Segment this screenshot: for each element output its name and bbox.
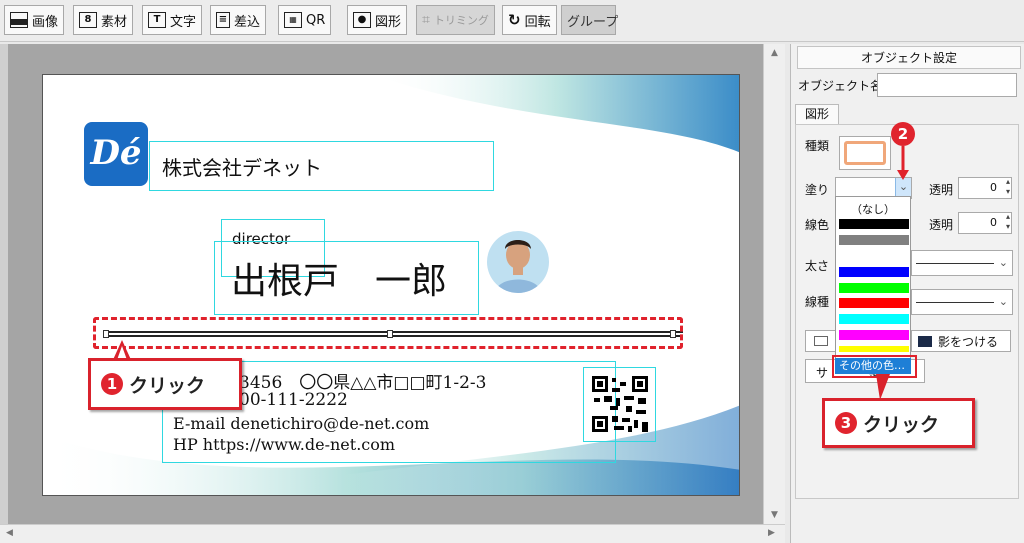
company-textbox[interactable]: 株式会社デネット: [149, 141, 494, 191]
material-icon: 8: [79, 12, 97, 28]
callout-text-3: クリック: [863, 413, 940, 436]
merge-button[interactable]: ≡ 差込: [210, 5, 267, 35]
material-button[interactable]: 8 素材: [73, 5, 134, 35]
text-button[interactable]: T 文字: [142, 5, 203, 35]
color-option-green[interactable]: [839, 283, 909, 293]
fill-color-list: （なし）: [835, 196, 911, 372]
vertical-scrollbar[interactable]: ▲ ▼: [763, 44, 785, 524]
person-photo-icon: [495, 240, 541, 293]
callout-click-1: 1 クリック: [88, 358, 242, 410]
merge-icon: ≡: [216, 12, 230, 28]
color-option-none[interactable]: （なし）: [836, 201, 910, 217]
material-button-label: 素材: [101, 14, 128, 30]
line-type-preview: [916, 302, 994, 303]
image-icon: [10, 12, 28, 28]
name-textbox[interactable]: 出根戸 一郎: [214, 241, 479, 315]
rotate-button[interactable]: ↻ 回転: [502, 5, 557, 35]
fill-label: 塗り: [805, 183, 830, 197]
scroll-up-icon[interactable]: ▲: [771, 48, 778, 58]
left-ruler: [0, 44, 8, 524]
toolbar: 画像 8 素材 T 文字 ≡ 差込 ▦ QR ● 図形 ⌗ トリミング ↻ 回転…: [0, 0, 1024, 42]
shadow-icon: [918, 335, 932, 347]
callout-number-2-badge: 2: [891, 122, 915, 146]
group-button-label: グループ: [567, 14, 619, 30]
callout-number-1: 1: [101, 373, 123, 395]
callout-number-2: 2: [897, 125, 909, 143]
thickness-dropdown[interactable]: ⌄: [911, 250, 1013, 276]
text-button-label: 文字: [170, 14, 197, 30]
shadow-button-label: 影をつける: [938, 334, 999, 349]
image-button[interactable]: 画像: [4, 5, 65, 35]
scroll-left-icon[interactable]: ◀: [6, 528, 13, 538]
shape-type-preview[interactable]: [839, 136, 891, 170]
person-name: 出根戸 一郎: [231, 261, 448, 302]
scroll-right-icon[interactable]: ▶: [768, 528, 775, 538]
tab-shape[interactable]: 図形: [795, 104, 839, 124]
type-label: 種類: [805, 139, 830, 153]
crop-icon: ⌗: [422, 12, 430, 28]
fill-transparency-stepper[interactable]: 0: [958, 177, 1012, 199]
group-button[interactable]: グループ: [561, 5, 619, 35]
object-name-input[interactable]: [877, 73, 1017, 97]
phone-line: 00-111-2222: [239, 390, 348, 410]
company-name: 株式会社デネット: [162, 156, 322, 180]
size-button-label-start: サ: [816, 366, 829, 380]
line-color-label: 線色: [805, 218, 830, 232]
merge-button-label: 差込: [234, 14, 261, 30]
hp-line: HP https://www.de-net.com: [173, 435, 396, 454]
callout-number-3: 3: [835, 412, 857, 434]
shadow-button[interactable]: 影をつける: [911, 330, 1011, 352]
text-icon: T: [148, 12, 166, 28]
fill-transparency-label: 透明: [929, 183, 954, 197]
company-logo[interactable]: Dé: [84, 122, 148, 186]
qr-button[interactable]: ▦ QR: [278, 5, 332, 35]
tab-shape-label: 図形: [804, 107, 829, 121]
line-transparency-value: 0: [990, 216, 997, 229]
crop-button[interactable]: ⌗ トリミング: [416, 5, 495, 35]
color-option-gray[interactable]: [839, 235, 909, 245]
color-option-cyan[interactable]: [839, 314, 909, 324]
callout-click-3: 3 クリック: [822, 398, 975, 448]
line-highlight-frame: [93, 317, 683, 349]
rotate-icon: ↻: [508, 11, 521, 29]
callout-2-arrow-icon: [897, 146, 909, 180]
color-option-blue[interactable]: [839, 267, 909, 277]
chevron-down-icon[interactable]: ⌄: [999, 295, 1008, 308]
color-option-yellow[interactable]: [839, 346, 909, 352]
image-button-label: 画像: [32, 14, 59, 30]
thickness-label: 太さ: [805, 259, 830, 273]
outline-style-button[interactable]: [805, 330, 837, 352]
profile-photo[interactable]: [487, 231, 549, 293]
color-option-white[interactable]: [839, 251, 909, 261]
shape-button[interactable]: ● 図形: [347, 5, 408, 35]
chevron-down-icon[interactable]: ⌄: [999, 256, 1008, 269]
color-option-black[interactable]: [839, 219, 909, 229]
qr-button-label: QR: [306, 12, 326, 28]
logo-text: Dé: [90, 133, 142, 173]
shape-button-label: 図形: [375, 14, 402, 30]
color-option-red[interactable]: [839, 298, 909, 308]
line-transparency-label: 透明: [929, 218, 954, 232]
fill-transparency-value: 0: [990, 181, 997, 194]
email-line: E-mail denetichiro@de-net.com: [173, 414, 430, 433]
color-option-magenta[interactable]: [839, 330, 909, 340]
rectangle-shape-icon: [844, 141, 886, 165]
crop-button-label: トリミング: [433, 14, 489, 27]
scroll-down-icon[interactable]: ▼: [771, 510, 778, 520]
qr-code-box[interactable]: [583, 367, 656, 442]
thickness-line-preview: [916, 263, 994, 264]
business-card[interactable]: Dé 株式会社デネット director 出根戸 一郎 3456 〇〇県△△市□…: [42, 74, 740, 496]
rotate-button-label: 回転: [524, 14, 551, 30]
qr-icon: ▦: [284, 12, 302, 28]
line-type-label: 線種: [805, 295, 830, 309]
line-type-dropdown[interactable]: ⌄: [911, 289, 1013, 315]
object-name-label: オブジェクト名: [798, 79, 883, 93]
shape-icon: ●: [353, 12, 371, 28]
horizontal-scrollbar[interactable]: ◀ ▶: [0, 524, 785, 543]
callout-text-1: クリック: [129, 374, 206, 397]
outline-rect-icon: [814, 336, 828, 346]
panel-title: オブジェクト設定: [797, 46, 1021, 69]
qr-code-icon: [592, 376, 648, 432]
line-transparency-stepper[interactable]: 0: [958, 212, 1012, 234]
